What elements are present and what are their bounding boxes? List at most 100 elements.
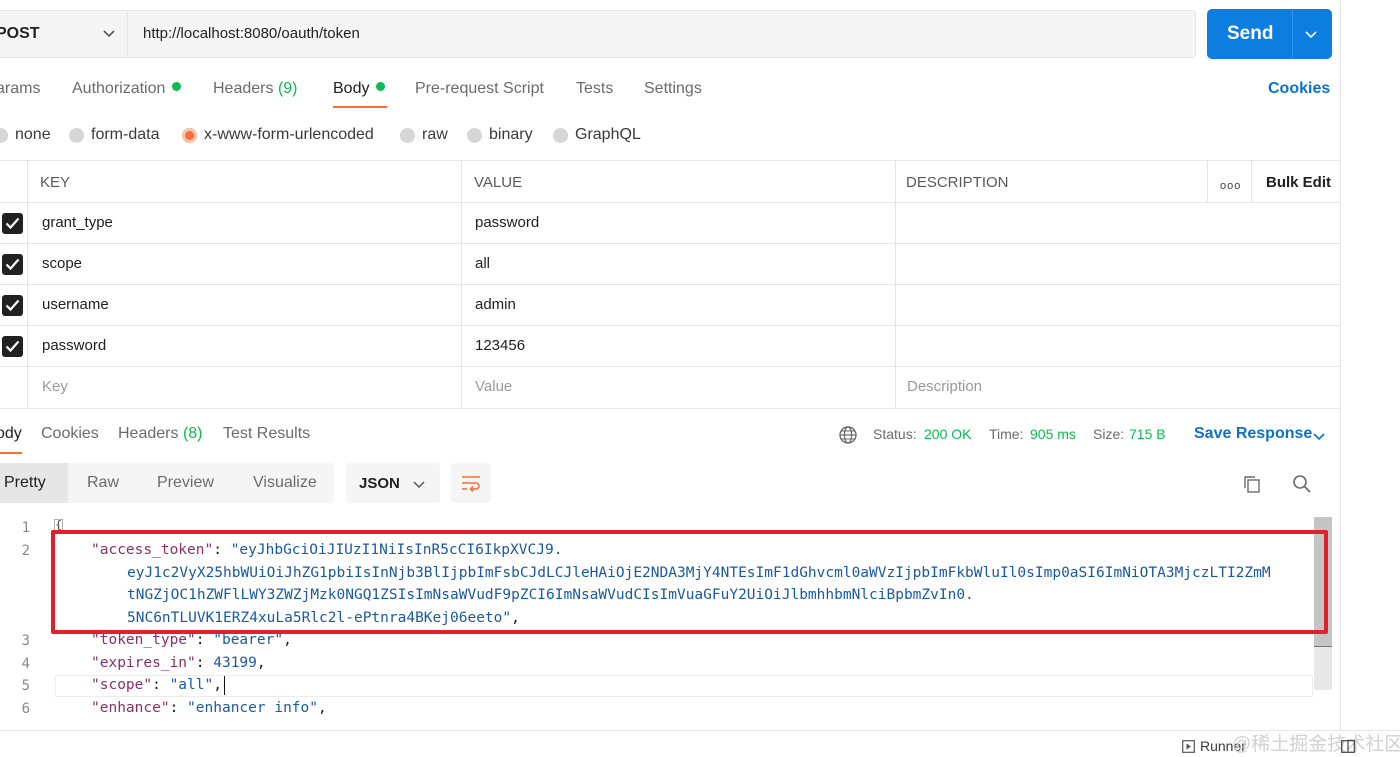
more-options-icon[interactable]: ooo [1220, 180, 1241, 192]
copy-icon[interactable] [1242, 474, 1262, 494]
tab-authorization[interactable]: Authorization [72, 80, 182, 98]
radio-x-www-form-urlencoded[interactable]: x-www-form-urlencoded [182, 126, 374, 144]
radio-raw[interactable]: raw [400, 126, 448, 144]
code-line-access-token-end: 5NC6nTLUVK1ERZ4xuLa5Rlc2l-ePtnra4BKej06e… [127, 610, 520, 626]
param-value[interactable]: all [475, 255, 490, 272]
code-line-enhance: "enhance": "enhancer info", [91, 700, 327, 716]
radio-label: form-data [91, 126, 160, 143]
col-divider [27, 161, 28, 409]
row-divider [0, 366, 1341, 367]
row-checkbox[interactable] [2, 295, 23, 316]
tab-headers[interactable]: Headers (9) [213, 80, 298, 98]
response-tab-test-results[interactable]: Test Results [223, 425, 310, 443]
radio-label: x-www-form-urlencoded [204, 126, 374, 143]
response-tab-body[interactable]: ody [0, 425, 22, 443]
radio-icon [553, 127, 568, 143]
json-key: "expires_in" [91, 655, 196, 671]
view-pretty-button[interactable]: Pretty [4, 474, 46, 492]
view-visualize-button[interactable]: Visualize [253, 474, 317, 492]
globe-icon[interactable] [838, 425, 858, 445]
tab-headers-label: Headers [213, 80, 274, 97]
param-value[interactable]: 123456 [475, 337, 525, 354]
tab-body[interactable]: Body [333, 80, 386, 98]
view-preview-button[interactable]: Preview [157, 474, 214, 492]
send-options-chevron-icon[interactable] [1302, 25, 1320, 43]
fold-brace-icon[interactable]: { [54, 519, 63, 532]
param-value[interactable]: admin [475, 296, 516, 313]
send-divider [1292, 9, 1293, 59]
row-checkbox[interactable] [2, 254, 23, 275]
row-divider [0, 202, 1341, 203]
scrollbar-thumb[interactable] [1314, 517, 1332, 647]
tab-pre-request-script[interactable]: Pre-request Script [415, 80, 544, 98]
param-key[interactable]: password [42, 337, 106, 354]
text-cursor [224, 676, 225, 695]
chevron-down-icon[interactable] [100, 24, 118, 42]
new-key-input[interactable]: Key [42, 378, 68, 395]
size-label: Size: [1093, 426, 1125, 442]
json-string: "enhancer info" [187, 700, 318, 716]
layout-icon[interactable] [1341, 740, 1355, 753]
param-key[interactable]: username [42, 296, 109, 313]
line-number: 1 [21, 520, 30, 536]
row-divider [0, 408, 1341, 409]
tab-headers-count: (9) [277, 80, 298, 97]
active-tab-underline [333, 106, 387, 108]
tab-tests[interactable]: Tests [576, 80, 613, 98]
wrap-lines-icon [462, 476, 480, 493]
params-table: KEY VALUE DESCRIPTION ooo Bulk Edit gran… [0, 160, 1341, 409]
response-tab-cookies[interactable]: Cookies [41, 425, 99, 443]
json-string: "bearer" [213, 632, 284, 648]
radio-label: binary [489, 126, 533, 143]
column-header-key: KEY [40, 174, 71, 191]
view-raw-button[interactable]: Raw [87, 474, 119, 492]
code-line-access-token-cont: tNGZjOC1hZWFlLWY3ZWZjMzk0NGQ1ZSIsImNsaWV… [127, 587, 974, 603]
row-divider [0, 325, 1341, 326]
param-key[interactable]: scope [42, 255, 82, 272]
response-tab-headers-count: (8) [182, 425, 203, 442]
send-button-label: Send [1227, 23, 1274, 44]
save-response-button[interactable]: Save Response [1194, 425, 1312, 443]
checkmark-icon [5, 299, 20, 312]
chevron-down-icon[interactable] [1311, 428, 1327, 444]
radio-none[interactable]: none [0, 126, 51, 144]
response-tab-headers[interactable]: Headers (8) [118, 425, 203, 443]
word-wrap-button[interactable] [451, 463, 491, 503]
time-value[interactable]: 905 ms [1030, 426, 1076, 442]
json-key: "access_token" [91, 542, 214, 558]
radio-icon [400, 127, 415, 143]
code-line-access-token-cont: eyJ1c2VyX25hbWUiOiJhZG1pbiIsInNjb3BlIjpb… [127, 565, 1271, 581]
tab-params[interactable]: arams [0, 80, 40, 98]
url-value: http://localhost:8080/oauth/token [143, 25, 360, 42]
response-tab-headers-label: Headers [118, 425, 179, 442]
column-header-value: VALUE [474, 174, 523, 191]
checkmark-icon [5, 340, 20, 353]
col-divider [895, 161, 896, 409]
tab-indicator-dot [376, 82, 386, 91]
json-key: "enhance" [91, 700, 170, 716]
cookies-link[interactable]: Cookies [1268, 80, 1330, 98]
radio-binary[interactable]: binary [467, 126, 533, 144]
json-key: "token_type" [91, 632, 196, 648]
row-checkbox[interactable] [2, 213, 23, 234]
tab-settings[interactable]: Settings [644, 80, 702, 98]
search-icon[interactable] [1292, 474, 1312, 494]
radio-graphql[interactable]: GraphQL [553, 126, 641, 144]
size-value[interactable]: 715 B [1129, 426, 1166, 442]
param-value[interactable]: password [475, 214, 539, 231]
json-key: "scope" [91, 677, 153, 693]
new-description-input[interactable]: Description [907, 378, 982, 395]
line-number: 5 [21, 678, 30, 694]
bulk-edit-button[interactable]: Bulk Edit [1266, 174, 1331, 191]
current-line-highlight [55, 675, 1313, 697]
row-checkbox[interactable] [2, 336, 23, 357]
status-value[interactable]: 200 OK [924, 426, 971, 442]
new-value-input[interactable]: Value [475, 378, 512, 395]
play-icon [1182, 739, 1195, 753]
checkmark-icon [5, 217, 20, 230]
active-tab-underline [0, 452, 22, 454]
param-key[interactable]: grant_type [42, 214, 113, 231]
radio-form-data[interactable]: form-data [69, 126, 159, 144]
tab-indicator-dot [172, 82, 182, 91]
radio-icon [467, 127, 482, 143]
